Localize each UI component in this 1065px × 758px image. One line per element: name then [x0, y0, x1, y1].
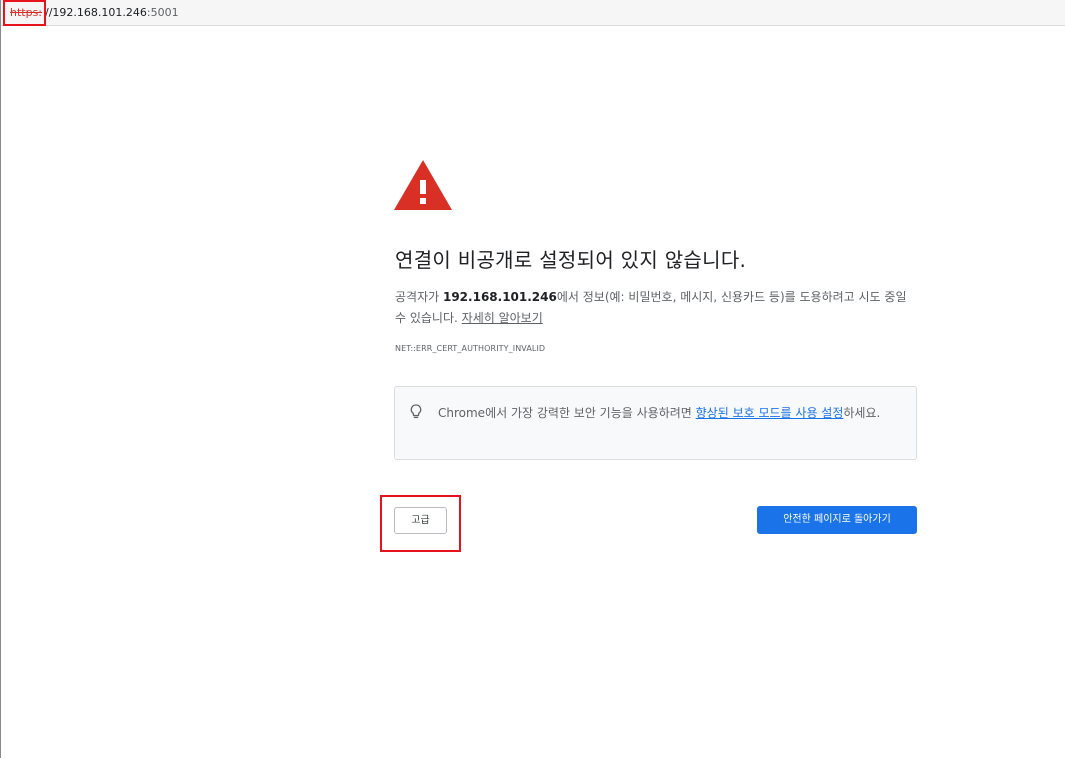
- advanced-button[interactable]: 고급: [394, 507, 447, 534]
- explanation-text-start: 공격자가: [395, 290, 443, 304]
- back-to-safety-button[interactable]: 안전한 페이지로 돌아가기: [757, 506, 917, 534]
- enhanced-protection-tip: Chrome에서 가장 강력한 보안 기능을 사용하려면 향상된 보호 모드를 …: [394, 386, 917, 460]
- url-host: //192.168.101.246:5001: [45, 6, 179, 19]
- learn-more-link[interactable]: 자세히 알아보기: [462, 311, 543, 325]
- explanation-host: 192.168.101.246: [442, 290, 557, 304]
- tip-text-start: Chrome에서 가장 강력한 보안 기능을 사용하려면: [438, 406, 696, 420]
- tip-text-end: 하세요.: [843, 406, 881, 420]
- browser-window: https: //192.168.101.246:5001 연결이 비공개로 설…: [0, 0, 1065, 758]
- warning-triangle-icon: [394, 160, 452, 210]
- tip-text: Chrome에서 가장 강력한 보안 기능을 사용하려면 향상된 보호 모드를 …: [438, 403, 908, 424]
- enable-enhanced-protection-link[interactable]: 향상된 보호 모드를 사용 설정: [696, 406, 844, 420]
- url-host-text: //192.168.101.246: [45, 6, 147, 19]
- error-code: NET::ERR_CERT_AUTHORITY_INVALID: [395, 344, 546, 353]
- lightbulb-icon: [410, 404, 422, 419]
- url-port: :5001: [146, 6, 179, 19]
- page-title: 연결이 비공개로 설정되어 있지 않습니다.: [395, 248, 747, 272]
- annotation-box-scheme: [3, 0, 46, 26]
- explanation-paragraph: 공격자가 192.168.101.246에서 정보(예: 비밀번호, 메시지, …: [395, 287, 915, 329]
- address-bar[interactable]: https: //192.168.101.246:5001: [1, 0, 1065, 26]
